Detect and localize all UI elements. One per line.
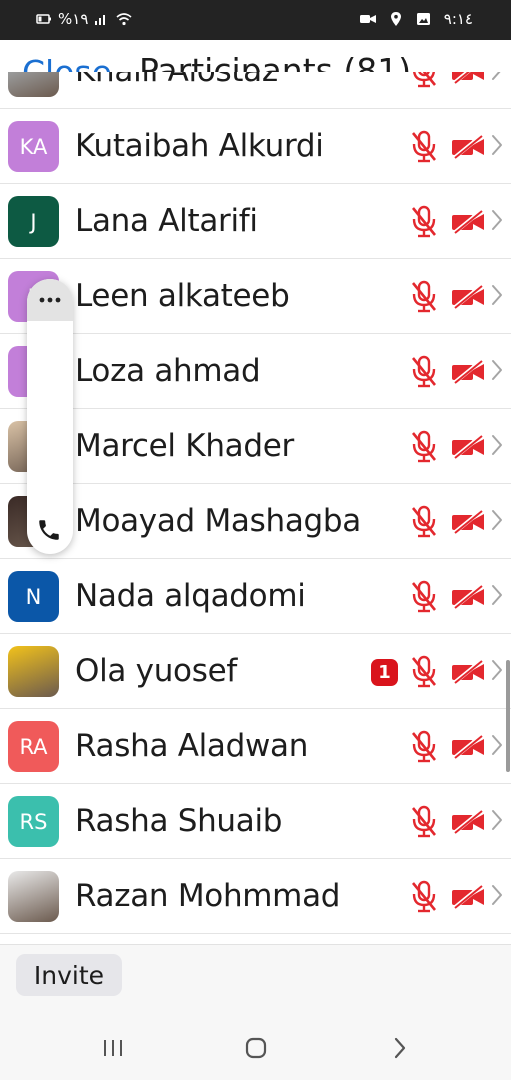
participant-name: Rasha Aladwan: [75, 728, 309, 764]
chevron-right-icon[interactable]: [491, 434, 503, 456]
back-icon[interactable]: [392, 1036, 408, 1060]
avatar: [8, 72, 59, 97]
participant-name: Khalil Alostaz: [75, 72, 278, 90]
muted-mic-icon[interactable]: [410, 130, 438, 164]
participant-list[interactable]: Khalil Alostaz KA Kutaibah Alkurdi J Lana Al…: [0, 72, 511, 944]
muted-mic-icon[interactable]: [410, 580, 438, 614]
muted-mic-icon[interactable]: [410, 72, 438, 89]
gallery-icon: [416, 13, 430, 25]
participant-name: Ola yuosef: [75, 653, 237, 689]
video-off-icon[interactable]: [451, 210, 485, 234]
video-off-icon[interactable]: [451, 285, 485, 309]
battery-percent: %١٩: [58, 10, 89, 28]
status-left: %١٩: [36, 10, 132, 28]
muted-mic-icon[interactable]: [410, 655, 438, 689]
floating-call-panel[interactable]: [27, 279, 73, 554]
chevron-right-icon[interactable]: [491, 72, 503, 81]
muted-mic-icon[interactable]: [410, 430, 438, 464]
chevron-right-icon[interactable]: [491, 284, 503, 306]
unread-badge: 1: [371, 659, 398, 686]
chevron-right-icon[interactable]: [491, 659, 503, 681]
panel-handle[interactable]: [27, 279, 73, 321]
chevron-right-icon[interactable]: [491, 584, 503, 606]
recents-icon[interactable]: [102, 1038, 124, 1058]
muted-mic-icon[interactable]: [410, 880, 438, 914]
signal-icon: [95, 15, 106, 25]
video-off-icon[interactable]: [451, 735, 485, 759]
video-off-icon[interactable]: [451, 72, 485, 84]
video-off-icon[interactable]: [451, 885, 485, 909]
avatar: RS: [8, 796, 59, 847]
muted-mic-icon[interactable]: [410, 505, 438, 539]
participant-name: Loza ahmad: [75, 353, 261, 389]
status-time: ٩:١٤: [443, 10, 473, 28]
avatar: KA: [8, 121, 59, 172]
participant-row[interactable]: KA Kutaibah Alkurdi: [0, 109, 511, 184]
participant-row[interactable]: Razan Mohmmad: [0, 859, 511, 934]
participant-name: Rasha Shuaib: [75, 803, 283, 839]
participant-row[interactable]: LLoza ahmad: [0, 334, 511, 409]
participant-row[interactable]: RS Rasha Shuaib: [0, 784, 511, 859]
video-off-icon[interactable]: [451, 660, 485, 684]
muted-mic-icon[interactable]: [410, 355, 438, 389]
participant-name: Kutaibah Alkurdi: [75, 128, 324, 164]
participant-row[interactable]: N Nada alqadomi: [0, 559, 511, 634]
more-dots-icon[interactable]: [39, 297, 61, 303]
chevron-right-icon[interactable]: [491, 134, 503, 156]
participant-row[interactable]: J Lana Altarifi: [0, 184, 511, 259]
location-icon: [390, 12, 401, 26]
muted-mic-icon[interactable]: [410, 730, 438, 764]
video-off-icon[interactable]: [451, 435, 485, 459]
participant-name: Moayad Mashagba: [75, 503, 361, 539]
participant-row[interactable]: Ola yuosef 1: [0, 634, 511, 709]
chevron-right-icon[interactable]: [491, 884, 503, 906]
participant-row[interactable]: Moayad Mashagba: [0, 484, 511, 559]
status-bar: %١٩ ٩:١٤: [0, 0, 511, 40]
participant-name: Leen alkateeb: [75, 278, 290, 314]
scroll-indicator[interactable]: [506, 660, 510, 772]
participant-name: Lana Altarifi: [75, 203, 258, 239]
participant-name: Marcel Khader: [75, 428, 294, 464]
participants-footer: Invite: [0, 944, 511, 1016]
wifi-icon: [116, 13, 132, 26]
avatar: J: [8, 196, 59, 247]
phone-icon[interactable]: [36, 517, 62, 543]
participant-row[interactable]: Khalil Alostaz: [0, 72, 511, 109]
muted-mic-icon[interactable]: [410, 805, 438, 839]
chevron-right-icon[interactable]: [491, 734, 503, 756]
video-off-icon[interactable]: [451, 135, 485, 159]
video-off-icon[interactable]: [451, 810, 485, 834]
muted-mic-icon[interactable]: [410, 205, 438, 239]
avatar: RA: [8, 721, 59, 772]
video-off-icon[interactable]: [451, 585, 485, 609]
chevron-right-icon[interactable]: [491, 209, 503, 231]
avatar: N: [8, 571, 59, 622]
video-off-icon[interactable]: [451, 360, 485, 384]
status-right: ٩:١٤: [359, 10, 473, 28]
participant-name: Nada alqadomi: [75, 578, 306, 614]
chevron-right-icon[interactable]: [491, 809, 503, 831]
avatar: [8, 871, 59, 922]
chevron-right-icon[interactable]: [491, 359, 503, 381]
home-icon[interactable]: [244, 1036, 268, 1060]
system-nav-bar: [0, 1016, 511, 1080]
video-icon: [359, 15, 376, 23]
video-off-icon[interactable]: [451, 510, 485, 534]
chevron-right-icon[interactable]: [491, 509, 503, 531]
muted-mic-icon[interactable]: [410, 280, 438, 314]
invite-button[interactable]: Invite: [16, 954, 122, 996]
participant-row[interactable]: Marcel Khader: [0, 409, 511, 484]
battery-icon: [36, 14, 51, 24]
participant-name: Razan Mohmmad: [75, 878, 341, 914]
avatar: [8, 646, 59, 697]
participant-row[interactable]: RA Rasha Aladwan: [0, 709, 511, 784]
participant-row[interactable]: LLeen alkateeb: [0, 259, 511, 334]
